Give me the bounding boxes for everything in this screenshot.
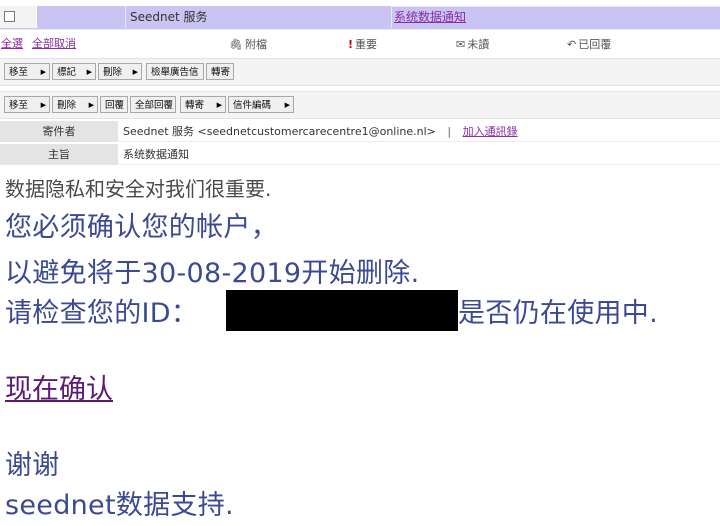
move-to-button-2[interactable]: 移至 ▶ [4, 96, 50, 113]
encoding-label: 信件編碼 [233, 100, 272, 111]
unread-filter[interactable]: ✉ 未讀 [456, 36, 489, 52]
reply-button[interactable]: 回覆 [100, 96, 128, 113]
deselect-all-link[interactable]: 全部取消 [32, 35, 76, 51]
message-checkbox[interactable] [4, 11, 15, 22]
body-line-1: 数据隐私和安全对我们很重要. [5, 177, 272, 201]
mark-label: 標記 [57, 67, 77, 78]
status-cell [37, 6, 126, 28]
attachment-filter[interactable]: 🖇 附檔 [229, 36, 267, 52]
important-filter-label: 重要 [355, 38, 378, 51]
move-to-label: 移至 [9, 67, 29, 78]
from-label: 寄件者 [0, 121, 118, 143]
confirm-now-link[interactable]: 现在确认 [5, 367, 113, 406]
thanks-text: 谢谢 [5, 450, 60, 481]
dropdown-arrow-icon: ▶ [40, 68, 46, 76]
envelope-icon: ✉ [456, 38, 466, 51]
attachment-filter-label: 附檔 [244, 38, 267, 51]
delete-label: 刪除 [57, 100, 77, 111]
redacted-id [226, 290, 458, 331]
mark-button[interactable]: 標記 ▶ [52, 63, 96, 80]
dropdown-arrow-icon: ▶ [88, 101, 94, 109]
forward-label: 轉寄 [185, 100, 205, 111]
dropdown-arrow-icon: ▶ [40, 101, 46, 109]
encoding-button[interactable]: 信件編碼 ▶ [228, 96, 294, 113]
reply-icon: ↶ [567, 38, 577, 51]
move-to-label: 移至 [9, 100, 29, 111]
forward-button[interactable]: 轉寄 [206, 63, 234, 80]
message-subject-link[interactable]: 系统数据通知 [394, 6, 466, 28]
from-row: Seednet 服务 <seednetcustomercarecentre1@o… [119, 121, 720, 142]
dropdown-arrow-icon: ▶ [132, 68, 138, 76]
body-line-4-suffix: 是否仍在使用中. [458, 298, 658, 329]
move-to-button[interactable]: 移至 ▶ [4, 63, 50, 80]
subject-label: 主旨 [0, 144, 118, 166]
body-line-3: 以避免将于30-08-2019开始删除. [5, 258, 420, 289]
signature-text: seednet数据支持. [5, 490, 234, 521]
exclamation-icon: ! [348, 38, 354, 51]
select-all-link[interactable]: 全選 [1, 35, 23, 51]
reply-all-button[interactable]: 全部回覆 [130, 96, 176, 113]
delete-button-2[interactable]: 刪除 ▶ [52, 96, 98, 113]
unread-filter-label: 未讀 [467, 38, 490, 51]
from-value: Seednet 服务 <seednetcustomercarecentre1@o… [123, 125, 436, 138]
replied-filter-label: 已回覆 [578, 38, 612, 51]
paperclip-icon: 🖇 [229, 38, 243, 51]
report-spam-button[interactable]: 檢舉廣告信 [146, 63, 204, 80]
separator: | [447, 125, 452, 138]
forward-button-2[interactable]: 轉寄 ▶ [180, 96, 226, 113]
body-line-2: 您必须确认您的帐户， [5, 212, 278, 243]
dropdown-arrow-icon: ▶ [284, 101, 290, 109]
important-filter[interactable]: ! 重要 [348, 36, 377, 52]
dropdown-arrow-icon: ▶ [216, 101, 222, 109]
body-line-4-prefix: 请检查您的ID： [5, 298, 199, 329]
add-contact-link[interactable]: 加入通訊錄 [463, 125, 518, 138]
delete-button[interactable]: 刪除 ▶ [98, 63, 142, 80]
message-sender[interactable]: Seednet 服务 [130, 6, 208, 28]
dropdown-arrow-icon: ▶ [86, 68, 92, 76]
subject-value: 系统数据通知 [119, 144, 720, 165]
delete-label: 刪除 [103, 67, 123, 78]
replied-filter[interactable]: ↶ 已回覆 [567, 36, 611, 52]
